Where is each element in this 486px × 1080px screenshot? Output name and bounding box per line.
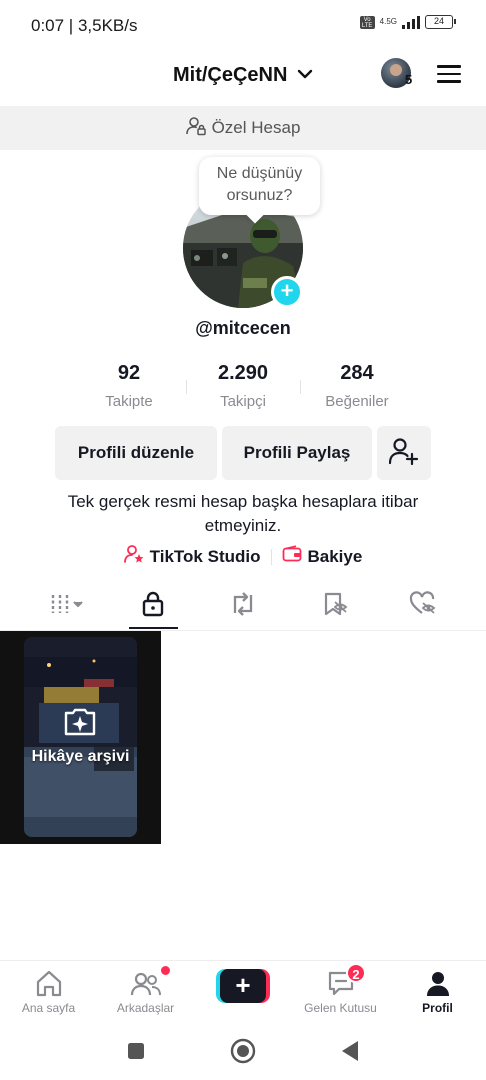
nav-friends-label: Arkadaşlar: [116, 1001, 175, 1015]
private-label: Özel Hesap: [211, 118, 301, 137]
thought-bubble-line2: orsunuz?: [226, 187, 293, 204]
add-friend-icon: [388, 437, 419, 470]
add-friend-button[interactable]: [377, 426, 431, 480]
followers-label: Takipçi: [220, 393, 266, 410]
grid-icon: [50, 592, 88, 621]
wallet-icon: [282, 545, 302, 568]
username: @mitcecen: [195, 318, 291, 338]
create-plus-icon: +: [220, 969, 266, 1003]
battery-level: 24: [433, 16, 444, 26]
profile-links: TikTok Studio Bakiye: [0, 544, 486, 569]
likes-label: Beğeniler: [325, 393, 389, 410]
repost-icon: [229, 591, 257, 622]
tab-private[interactable]: [104, 583, 201, 629]
balance-label: Bakiye: [307, 546, 363, 566]
account-count: 5: [405, 72, 413, 87]
status-thought-bubble[interactable]: Ne düşünüy orsunuz?: [199, 157, 320, 215]
balance-link[interactable]: Bakiye: [282, 545, 363, 568]
account-name: Mit/ÇeÇeNN: [172, 64, 288, 86]
add-story-button[interactable]: +: [271, 276, 303, 308]
heart-hidden-icon: [409, 590, 437, 622]
status-indicators: Vo LTE 4.5G 24: [359, 15, 456, 29]
chevron-down-icon: [297, 62, 313, 85]
tab-favorites[interactable]: [286, 583, 383, 629]
home-button-icon[interactable]: [230, 1038, 256, 1069]
stat-followers[interactable]: 2.290 Takipçi: [183, 362, 303, 410]
following-count: 92: [117, 362, 141, 384]
followers-count: 2.290: [217, 362, 269, 384]
private-account-banner: Özel Hesap: [0, 106, 486, 150]
volte-icon: Vo LTE: [359, 15, 375, 29]
battery-icon: 24: [425, 15, 456, 29]
home-icon: [0, 967, 97, 997]
studio-label: TikTok Studio: [149, 546, 261, 566]
lock-icon: [141, 591, 165, 622]
friends-icon: [97, 967, 194, 997]
recents-icon[interactable]: [127, 1042, 145, 1065]
nav-friends[interactable]: Arkadaşlar: [97, 967, 194, 1015]
share-profile-button[interactable]: Profili Paylaş: [222, 426, 372, 480]
tiktok-studio-link[interactable]: TikTok Studio: [123, 544, 261, 569]
menu-icon[interactable]: [437, 65, 461, 83]
profile-stats: 92 Takipte 2.290 Takipçi 284 Beğeniler: [0, 362, 486, 414]
inbox-badge: 2: [346, 963, 366, 983]
network-type: 4.5G: [379, 17, 397, 26]
profile-icon: [389, 967, 486, 997]
nav-inbox-label: Gelen Kutusu: [304, 1001, 377, 1015]
nav-profile[interactable]: Profil: [389, 967, 486, 1015]
bookmark-hidden-icon: [321, 591, 349, 622]
nav-home[interactable]: Ana sayfa: [0, 967, 97, 1015]
signal-icon: [402, 15, 420, 29]
status-time: 0:07 | 3,5KB/s: [31, 16, 138, 35]
tab-reposts[interactable]: [194, 583, 291, 629]
active-tab-indicator: [129, 627, 178, 629]
edit-profile-button[interactable]: Profili düzenle: [55, 426, 217, 480]
nav-home-label: Ana sayfa: [21, 1001, 76, 1015]
story-archive-icon: [62, 707, 98, 737]
nav-inbox[interactable]: Gelen Kutusu: [292, 967, 389, 1015]
profile-tabs: [0, 583, 486, 631]
back-icon[interactable]: [340, 1040, 360, 1067]
private-user-icon: [185, 116, 206, 141]
profile-header: Mit/ÇeÇeNN 5: [0, 52, 486, 102]
studio-icon: [123, 544, 144, 569]
story-archive-card[interactable]: Hikâye arşivi: [0, 631, 161, 844]
friends-notification-dot: [161, 966, 170, 975]
bottom-navigation: Ana sayfa Arkadaşlar + Gelen Kutusu 2 Pr…: [0, 960, 486, 1022]
thought-bubble-line1: Ne düşünüy: [216, 165, 303, 182]
create-button[interactable]: +: [216, 969, 270, 1003]
story-archive-label: Hikâye arşivi: [31, 748, 130, 765]
link-divider: [270, 548, 272, 565]
tab-liked[interactable]: [374, 583, 471, 629]
system-navigation: [0, 1022, 486, 1080]
status-bar: 0:07 | 3,5KB/s Vo LTE 4.5G 24: [0, 0, 486, 52]
profile-bio: Tek gerçek resmi hesap başka hesaplara i…: [67, 492, 419, 535]
likes-count: 284: [340, 362, 374, 384]
tab-videos[interactable]: [20, 583, 117, 629]
account-switcher[interactable]: Mit/ÇeÇeNN: [0, 62, 486, 87]
following-label: Takipte: [105, 393, 153, 410]
inbox-icon: [292, 967, 389, 997]
nav-profile-label: Profil: [422, 1001, 453, 1015]
stat-following[interactable]: 92 Takipte: [69, 362, 189, 410]
stat-likes[interactable]: 284 Beğeniler: [297, 362, 417, 410]
